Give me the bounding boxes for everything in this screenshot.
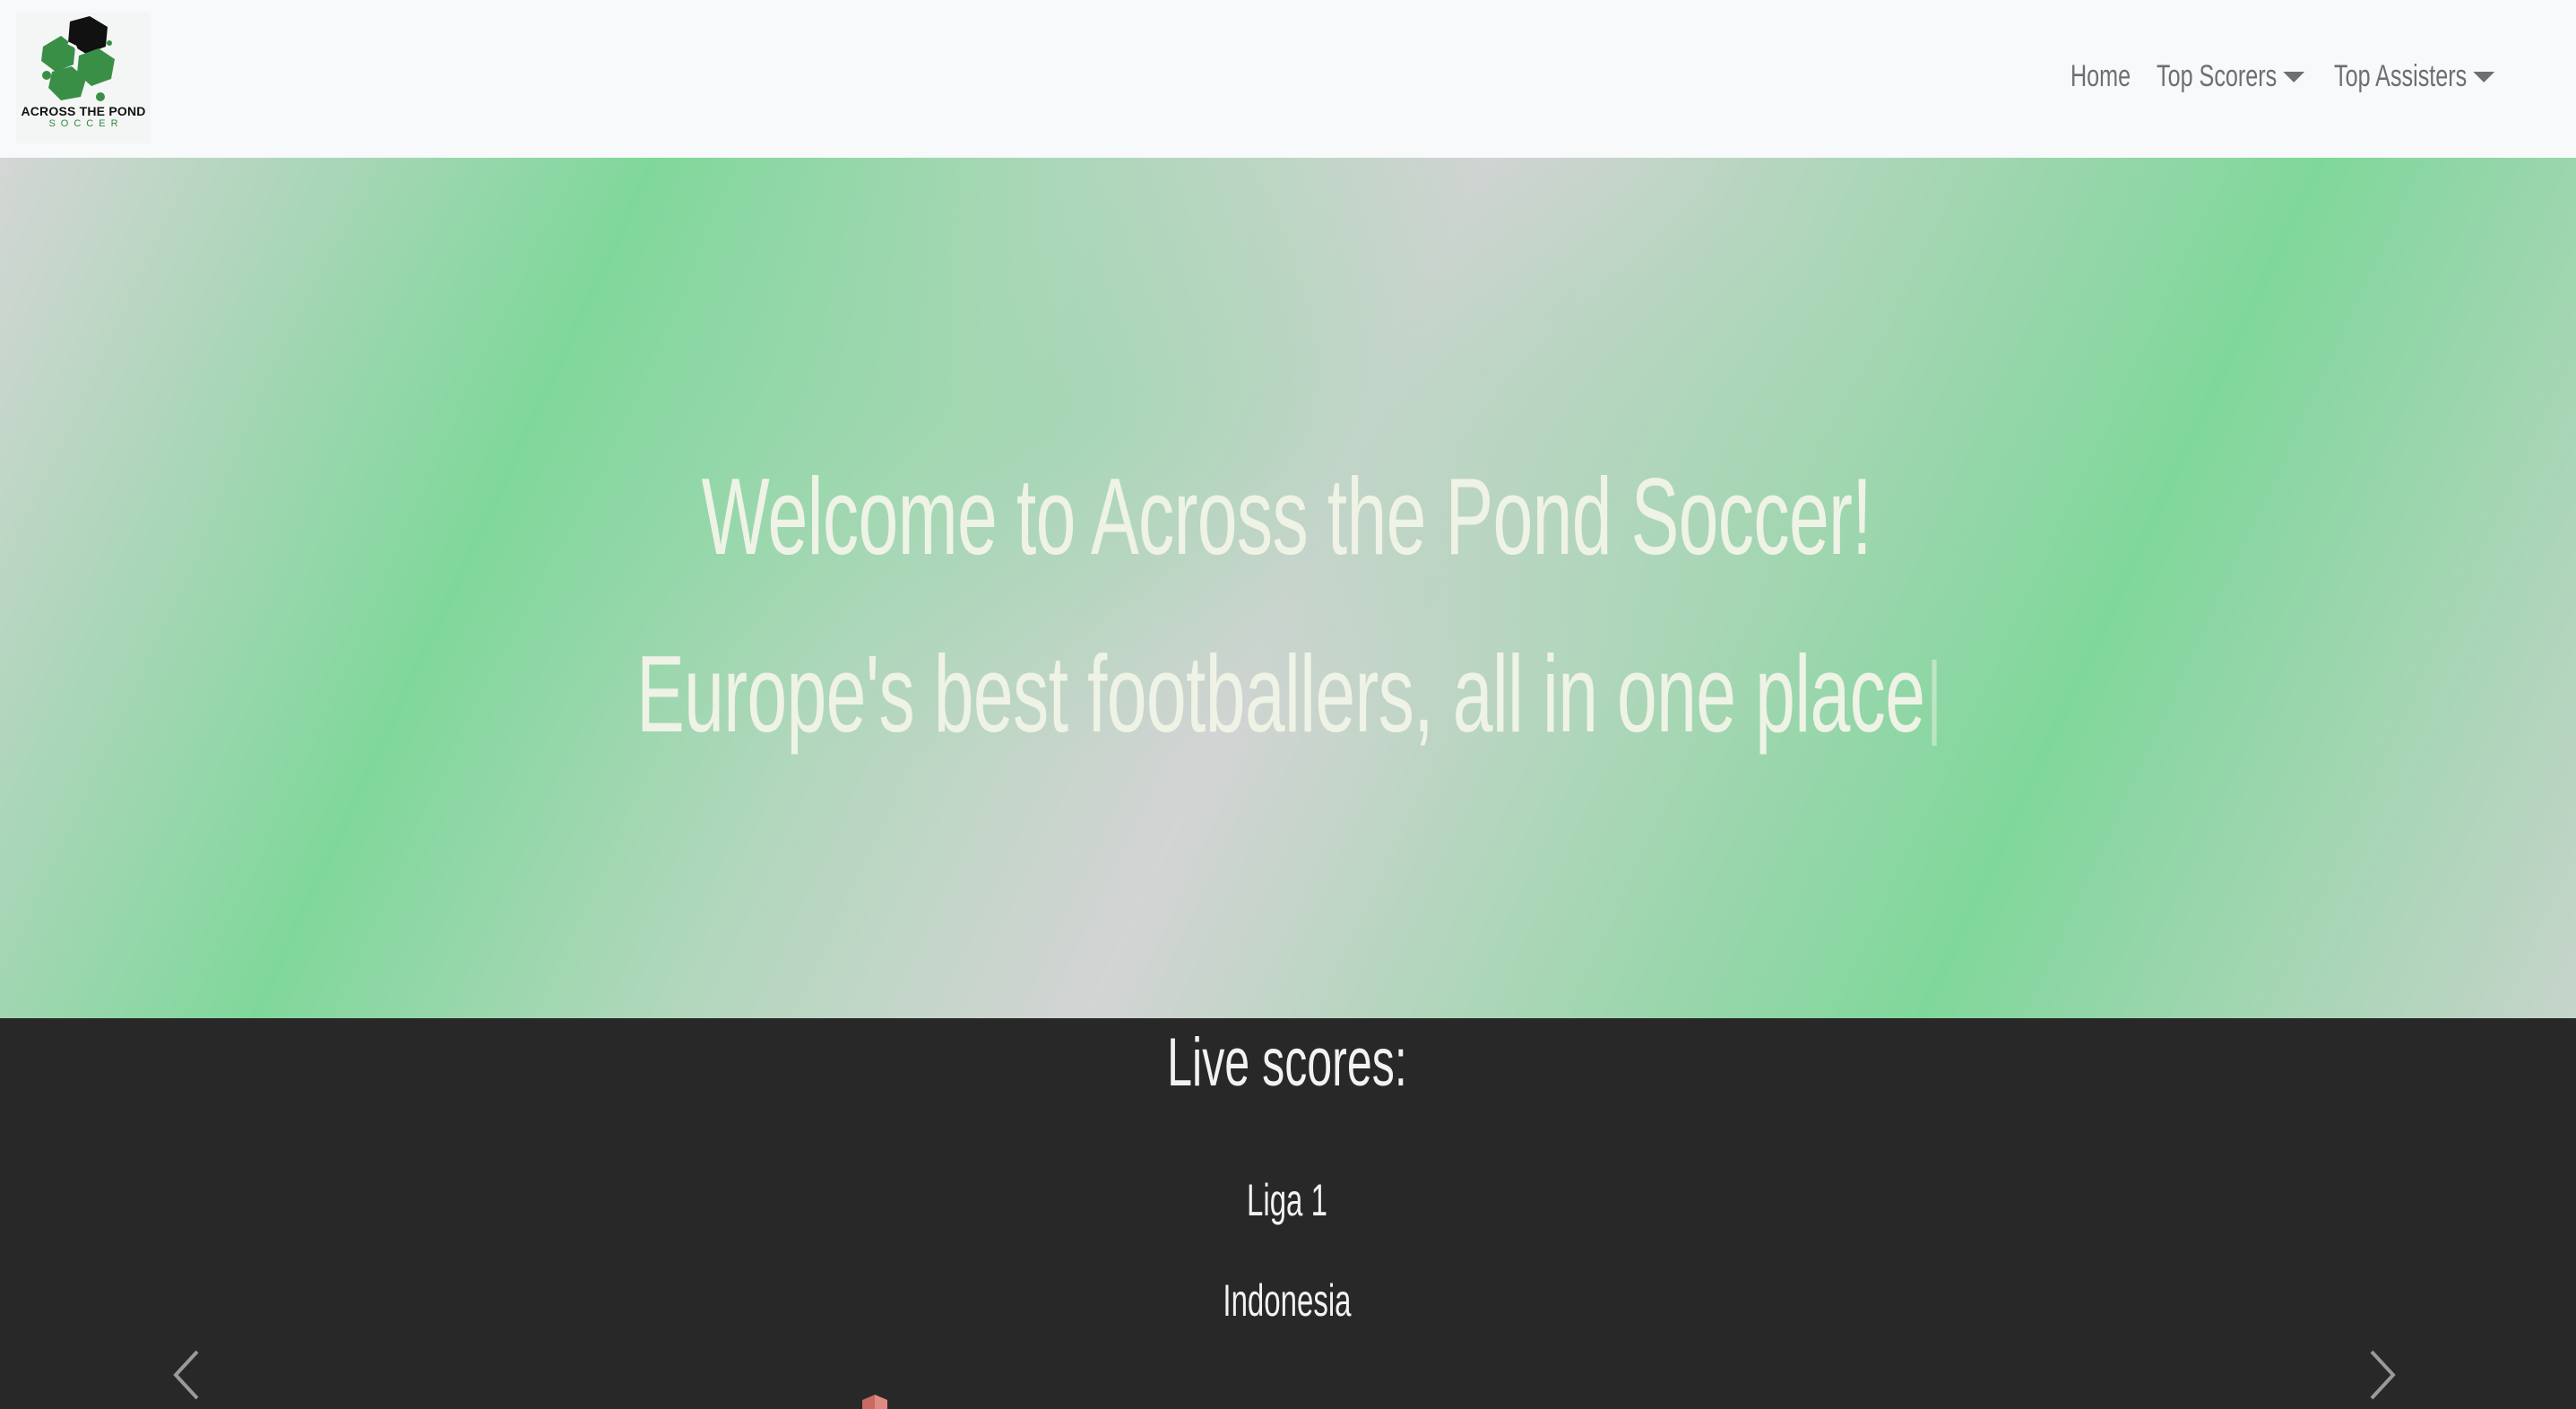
carousel-next-button[interactable] (2357, 1348, 2407, 1402)
caret-down-icon (2473, 71, 2495, 82)
live-scores-heading: Live scores: (1167, 1024, 1407, 1101)
nav-home-label: Home (2070, 59, 2131, 93)
typing-cursor (1932, 659, 1937, 746)
team-crest-icon (862, 1395, 887, 1409)
chevron-right-icon (2370, 1350, 2396, 1400)
chevron-left-icon (173, 1350, 199, 1400)
caret-down-icon (2283, 71, 2305, 82)
nav-home-link[interactable]: Home (2070, 59, 2131, 94)
hero-subtitle-text: Europe's best footballers, all in one pl… (636, 633, 1925, 755)
brand-logo[interactable]: ACROSS THE POND SOCCER (16, 13, 151, 143)
brand-line-1: ACROSS THE POND (21, 104, 146, 118)
soccer-ball-logo-icon (41, 16, 115, 101)
hero-glow (0, 158, 2576, 1018)
navbar: ACROSS THE POND SOCCER Home Top Scorers … (0, 0, 2576, 158)
live-scores-section: Live scores: Liga 1 Indonesia (0, 1018, 2576, 1409)
nav-top-assisters-dropdown[interactable]: Top Assisters (2334, 59, 2495, 94)
league-name: Liga 1 (1247, 1175, 1327, 1225)
brand-line-2: SOCCER (48, 118, 124, 129)
nav-top-scorers-label: Top Scorers (2157, 59, 2278, 93)
hero-title: Welcome to Across the Pond Soccer! (437, 454, 2137, 579)
league-country: Indonesia (1223, 1275, 1352, 1326)
hero-banner: Welcome to Across the Pond Soccer! Europ… (0, 158, 2576, 1018)
hero-subtitle: Europe's best footballers, all in one pl… (437, 631, 2137, 756)
hero-title-text: Welcome to Across the Pond Soccer! (701, 455, 1872, 577)
nav-top-assisters-label: Top Assisters (2334, 59, 2468, 93)
nav-top-scorers-dropdown[interactable]: Top Scorers (2157, 59, 2305, 94)
carousel-prev-button[interactable] (161, 1348, 212, 1402)
